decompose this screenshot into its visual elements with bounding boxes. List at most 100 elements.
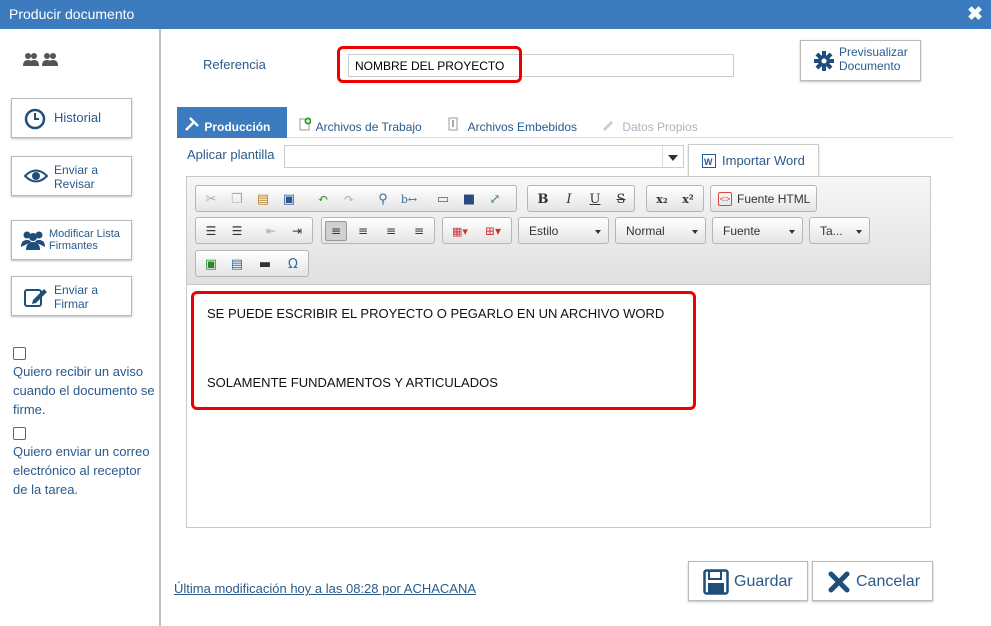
toolbar-group-align: ≡ ≡ ≡ ≡ [321, 217, 435, 244]
plantilla-separator [662, 146, 663, 167]
add-file-icon [299, 117, 313, 134]
aviso-checkbox-label: Quiero recibir un aviso cuando el docume… [13, 364, 155, 417]
editor-toolbar: ✂ ❐ ▤ ▣ ↶ ↷ ⚲ b↔ ▭ ■ ⤢ B I U S x₂ x² <> … [187, 177, 930, 285]
bullet-list-icon[interactable]: ☰ [226, 221, 248, 241]
replace-icon[interactable]: b↔ [398, 189, 420, 209]
tab-bar: Producción Archivos de Trabajo Archivos … [177, 107, 953, 138]
estilo-label: Estilo [529, 224, 559, 238]
find-icon[interactable]: ⚲ [372, 189, 394, 209]
guardar-label: Guardar [734, 573, 793, 590]
cancelar-label: Cancelar [856, 573, 921, 590]
previsualizar-label: Previsualizar Documento [839, 45, 908, 73]
historial-label: Historial [54, 110, 101, 125]
toolbar-group-lists: ☰ ☰ ⇤ ⇥ [195, 217, 313, 244]
toolbar-group-format: B I U S [527, 185, 635, 212]
align-justify-icon[interactable]: ≡ [408, 221, 430, 241]
paste-word-icon[interactable]: ▣ [278, 189, 300, 209]
svg-text:W: W [704, 157, 713, 167]
eye-icon [23, 168, 49, 187]
correo-checkbox[interactable] [13, 427, 26, 440]
edit-icon [24, 286, 48, 311]
tamano-dropdown[interactable]: Ta... [809, 217, 870, 244]
close-icon [828, 571, 850, 598]
underline-icon[interactable]: U [584, 189, 606, 209]
special-char-icon[interactable]: Ω [282, 254, 304, 274]
tab-archivos-trabajo-label: Archivos de Trabajo [315, 120, 422, 134]
subscript-icon[interactable]: x₂ [651, 189, 673, 209]
users-icon [23, 51, 61, 72]
redo-icon[interactable]: ↷ [338, 189, 360, 209]
toolbar-group-edit: ✂ ❐ ▤ ▣ ↶ ↷ ⚲ b↔ ▭ ■ ⤢ [195, 185, 517, 212]
sidebar: Historial Enviar a Revisar Modificar Lis… [0, 29, 161, 626]
chevron-down-icon [692, 230, 698, 234]
last-modified-link[interactable]: Última modificación hoy a las 08:28 por … [174, 581, 476, 596]
align-left-icon[interactable]: ≡ [325, 221, 347, 241]
select-all-icon[interactable]: ■ [458, 189, 480, 209]
text-color-icon[interactable]: ▦▾ [446, 221, 474, 241]
chevron-down-icon[interactable] [666, 149, 680, 164]
enviar-firmar-label: Enviar a Firmar [54, 283, 99, 311]
referencia-label: Referencia [203, 57, 266, 72]
tab-archivos-embebidos[interactable]: Archivos Embebidos [447, 107, 577, 138]
fuente-dropdown[interactable]: Fuente [712, 217, 803, 244]
chevron-down-icon [595, 230, 601, 234]
italic-icon[interactable]: I [558, 189, 580, 209]
attach-icon [447, 117, 465, 134]
bold-icon[interactable]: B [532, 189, 554, 209]
horizontal-rule-icon[interactable]: ▬ [254, 254, 276, 274]
undo-icon[interactable]: ↶ [312, 189, 334, 209]
estilo-dropdown[interactable]: Estilo [518, 217, 609, 244]
enviar-revisar-label: Enviar a Revisar [54, 163, 99, 191]
title-bar: Producir documento ✖ [0, 0, 991, 29]
correo-checkbox-label: Quiero enviar un correo electrónico al r… [13, 444, 150, 497]
superscript-icon[interactable]: x² [677, 189, 699, 209]
cancelar-button[interactable]: Cancelar [812, 561, 933, 601]
clock-icon [24, 108, 46, 133]
indent-icon[interactable]: ⇥ [286, 221, 308, 241]
format-dropdown[interactable]: Normal [615, 217, 706, 244]
fuente-html-label: Fuente HTML [737, 192, 811, 206]
gear-icon [814, 51, 834, 74]
toolbar-group-insert: ▣ ▤ ▬ Ω [195, 250, 309, 277]
tab-produccion[interactable]: Producción [177, 107, 287, 138]
strikethrough-icon[interactable]: S [610, 189, 632, 209]
chevron-down-icon [856, 230, 862, 234]
modificar-firmantes-button[interactable]: Modificar Lista Firmantes [11, 220, 132, 260]
insert-image-icon[interactable]: ▣ [200, 254, 222, 274]
previsualizar-button[interactable]: Previsualizar Documento [800, 40, 921, 81]
tools-icon [185, 117, 201, 134]
numbered-list-icon[interactable]: ☰ [200, 221, 222, 241]
aviso-checkbox[interactable] [13, 347, 26, 360]
cut-icon[interactable]: ✂ [200, 189, 222, 209]
enviar-revisar-button[interactable]: Enviar a Revisar [11, 156, 132, 196]
image-icon[interactable]: ▭ [432, 189, 454, 209]
enviar-firmar-button[interactable]: Enviar a Firmar [11, 276, 132, 316]
code-icon: <> [718, 192, 732, 206]
copy-icon[interactable]: ❐ [226, 189, 248, 209]
maximize-icon[interactable]: ⤢ [484, 189, 506, 209]
tamano-label: Ta... [820, 224, 843, 238]
outdent-icon[interactable]: ⇤ [260, 221, 282, 241]
word-icon: W [702, 154, 716, 171]
insert-table-icon[interactable]: ▤ [226, 254, 248, 274]
normal-label: Normal [626, 224, 665, 238]
close-icon[interactable]: ✖ [967, 3, 983, 26]
highlight-referencia [337, 46, 522, 83]
plantilla-select[interactable] [284, 145, 684, 168]
save-icon [703, 569, 729, 600]
importar-word-button[interactable]: W Importar Word [688, 144, 819, 177]
toolbar-group-script: x₂ x² [646, 185, 704, 212]
tab-archivos-embebidos-label: Archivos Embebidos [467, 120, 578, 134]
fuente-html-button[interactable]: <> Fuente HTML [710, 185, 817, 212]
tab-datos-propios-label: Datos Propios [622, 120, 698, 134]
importar-word-label: Importar Word [722, 153, 805, 168]
guardar-button[interactable]: Guardar [688, 561, 808, 601]
chevron-down-icon [789, 230, 795, 234]
align-center-icon[interactable]: ≡ [352, 221, 374, 241]
table-icon[interactable]: ⊞▾ [479, 221, 507, 241]
align-right-icon[interactable]: ≡ [380, 221, 402, 241]
tab-datos-propios[interactable]: Datos Propios [601, 107, 698, 138]
paste-icon[interactable]: ▤ [252, 189, 274, 209]
historial-button[interactable]: Historial [11, 98, 132, 138]
tab-archivos-trabajo[interactable]: Archivos de Trabajo [299, 107, 422, 138]
